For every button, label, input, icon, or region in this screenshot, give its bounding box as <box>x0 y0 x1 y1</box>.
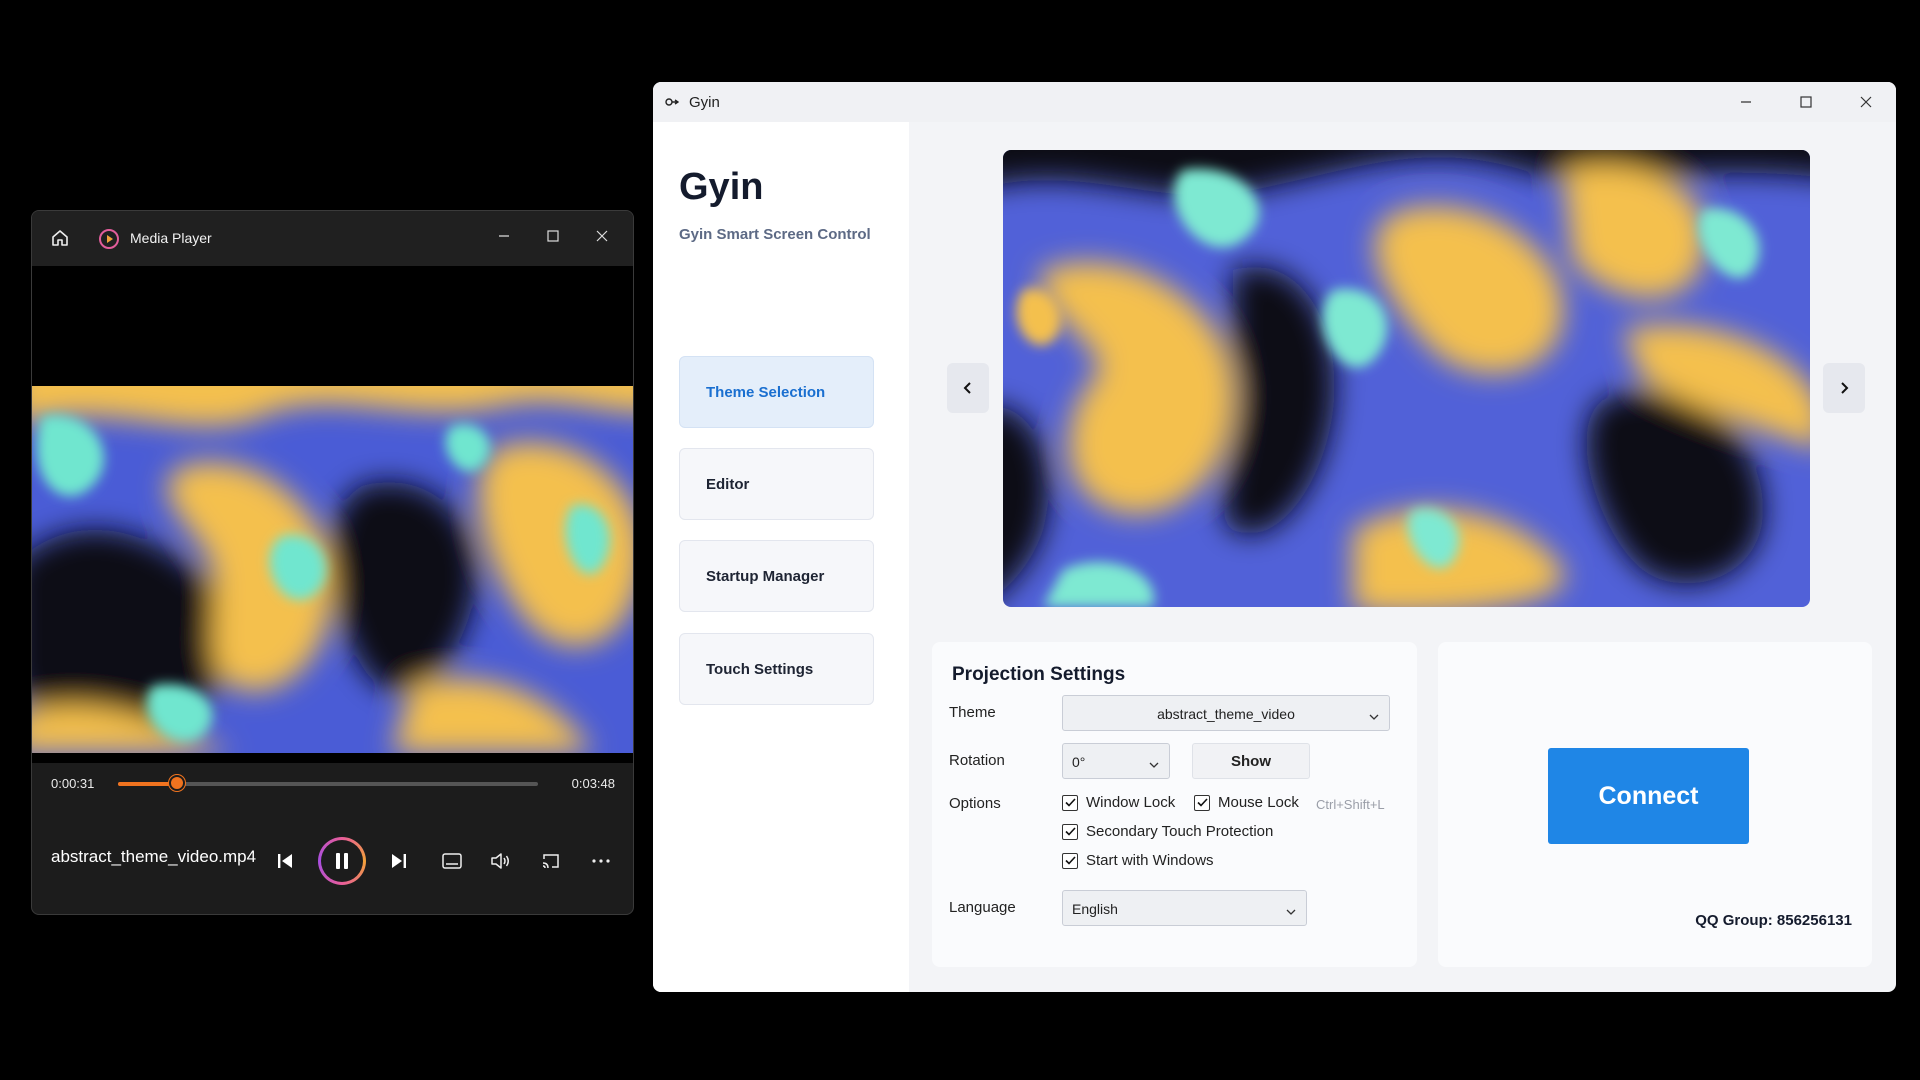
cast-icon <box>542 854 559 869</box>
volume-icon <box>491 853 509 869</box>
seek-bar-thumb[interactable] <box>168 775 185 791</box>
language-select-value: English <box>1072 901 1118 917</box>
next-theme-button[interactable] <box>1823 363 1865 413</box>
checkbox-check-icon <box>1062 823 1078 840</box>
secondary-touch-protection-checkbox[interactable]: Secondary Touch Protection <box>1062 823 1273 840</box>
start-with-windows-checkbox[interactable]: Start with Windows <box>1062 852 1214 869</box>
gyin-close-button[interactable] <box>1854 91 1878 113</box>
checkbox-check-icon <box>1062 852 1078 869</box>
chevron-down-icon <box>1149 756 1159 772</box>
checkbox-check-icon <box>1062 794 1078 811</box>
gyin-window-title: Gyin <box>689 94 720 111</box>
window-lock-checkbox[interactable]: Window Lock <box>1062 794 1175 811</box>
nav-label: Startup Manager <box>706 568 825 585</box>
chevron-right-icon <box>1841 382 1849 394</box>
nav-label: Touch Settings <box>706 661 814 678</box>
projection-settings-panel: Projection Settings Theme abstract_theme… <box>932 642 1417 967</box>
subtitles-button[interactable] <box>437 831 467 891</box>
close-button[interactable] <box>591 225 613 247</box>
gyin-app-icon <box>665 95 680 112</box>
volume-button[interactable] <box>485 831 515 891</box>
theme-select[interactable]: abstract_theme_video <box>1062 695 1390 731</box>
sidebar: Gyin Gyin Smart Screen Control Theme Sel… <box>653 122 909 992</box>
rotation-select[interactable]: 0° <box>1062 743 1170 779</box>
language-label: Language <box>949 899 1016 916</box>
rotation-label: Rotation <box>949 752 1005 769</box>
pause-icon <box>336 853 348 869</box>
qq-group-text: QQ Group: 856256131 <box>1695 912 1852 929</box>
app-subtitle: Gyin Smart Screen Control <box>679 226 871 243</box>
rotation-select-value: 0° <box>1072 754 1086 770</box>
nav-label: Editor <box>706 476 750 493</box>
media-player-window: Media Player 0:00:31 0:03:48 abstract_th… <box>31 210 634 915</box>
mouse-lock-shortcut-hint: Ctrl+Shift+L <box>1316 797 1385 812</box>
more-options-button[interactable] <box>586 831 616 891</box>
seek-bar[interactable] <box>118 775 538 791</box>
media-player-title: Media Player <box>130 230 212 246</box>
nav-theme-selection[interactable]: Theme Selection <box>679 356 874 428</box>
now-playing-title: abstract_theme_video.mp4 <box>51 847 257 866</box>
nav-touch-settings[interactable]: Touch Settings <box>679 633 874 705</box>
minimize-button[interactable] <box>493 225 515 247</box>
start-with-windows-label: Start with Windows <box>1086 852 1214 869</box>
theme-label: Theme <box>949 704 996 721</box>
media-player-titlebar: Media Player <box>32 211 633 266</box>
media-player-logo-icon <box>98 228 120 255</box>
home-icon[interactable] <box>50 228 70 253</box>
pause-button[interactable] <box>314 831 370 891</box>
gyin-maximize-button[interactable] <box>1794 91 1818 113</box>
secondary-touch-protection-label: Secondary Touch Protection <box>1086 823 1274 840</box>
checkbox-check-icon <box>1194 794 1210 811</box>
theme-preview <box>1003 150 1810 607</box>
gyin-minimize-button[interactable] <box>1734 91 1758 113</box>
next-icon <box>392 854 406 868</box>
chevron-left-icon <box>963 382 971 394</box>
language-select[interactable]: English <box>1062 890 1307 926</box>
gyin-titlebar: Gyin <box>653 82 1896 122</box>
video-area[interactable] <box>32 266 633 763</box>
options-label: Options <box>949 795 1001 812</box>
previous-button[interactable] <box>270 831 300 891</box>
more-icon <box>592 859 610 863</box>
nav-startup-manager[interactable]: Startup Manager <box>679 540 874 612</box>
cast-button[interactable] <box>536 831 566 891</box>
nav-label: Theme Selection <box>706 384 826 401</box>
previous-theme-button[interactable] <box>947 363 989 413</box>
current-time: 0:00:31 <box>51 776 95 791</box>
seek-bar-progress <box>118 782 177 786</box>
subtitles-icon <box>442 853 462 869</box>
next-button[interactable] <box>384 831 414 891</box>
show-button[interactable]: Show <box>1192 743 1310 779</box>
chevron-down-icon <box>1369 708 1379 724</box>
total-time: 0:03:48 <box>571 776 615 791</box>
maximize-button[interactable] <box>542 225 564 247</box>
connect-panel: Connect QQ Group: 856256131 <box>1438 642 1872 967</box>
window-lock-label: Window Lock <box>1086 794 1176 811</box>
mouse-lock-label: Mouse Lock <box>1218 794 1299 811</box>
mouse-lock-checkbox[interactable]: Mouse Lock <box>1194 794 1299 811</box>
connect-button[interactable]: Connect <box>1548 748 1749 844</box>
previous-icon <box>278 854 292 868</box>
app-name: Gyin <box>679 166 764 208</box>
video-frame <box>32 386 633 753</box>
projection-settings-heading: Projection Settings <box>952 664 1126 685</box>
chevron-down-icon <box>1286 903 1296 919</box>
nav-editor[interactable]: Editor <box>679 448 874 520</box>
gyin-window: Gyin Gyin Gyin Smart Screen Control Them… <box>653 82 1896 992</box>
theme-select-value: abstract_theme_video <box>1157 706 1295 722</box>
